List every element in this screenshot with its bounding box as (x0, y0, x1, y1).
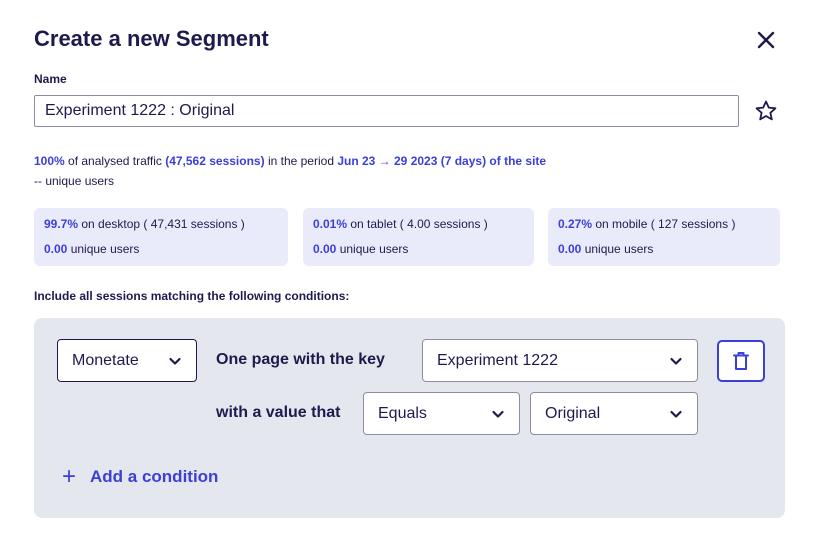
mobile-users-label: unique users (581, 242, 654, 256)
name-label: Name (34, 72, 67, 86)
desktop-percent: 99.7% (44, 217, 79, 231)
add-condition-button[interactable]: + Add a condition (62, 464, 218, 490)
traffic-sessions: (47,562 sessions) (165, 154, 265, 168)
key-select[interactable]: Experiment 1222 (422, 339, 698, 382)
operator-select[interactable]: Equals (363, 392, 520, 435)
conditions-heading: Include all sessions matching the follow… (34, 289, 350, 303)
desktop-label: on desktop ( 47,431 sessions ) (78, 217, 245, 231)
traffic-summary: 100% of analysed traffic (47,562 session… (34, 151, 546, 191)
mobile-stat-card: 0.27% on mobile ( 127 sessions ) 0.00 un… (548, 208, 780, 266)
chevron-down-icon (669, 407, 683, 421)
close-button[interactable] (752, 26, 780, 54)
favorite-button[interactable] (752, 97, 780, 125)
chevron-down-icon (669, 354, 683, 368)
dialog-title: Create a new Segment (34, 26, 269, 51)
key-select-value: Experiment 1222 (437, 351, 558, 369)
operand-select-value: Original (545, 404, 601, 422)
desktop-users-label: unique users (67, 242, 140, 256)
value-label: with a value that (216, 404, 341, 421)
traffic-percent: 100% (34, 154, 65, 168)
mobile-label: on mobile ( 127 sessions ) (592, 217, 736, 231)
source-select[interactable]: Monetate (57, 339, 197, 382)
tablet-users-label: unique users (336, 242, 409, 256)
chevron-down-icon (491, 407, 505, 421)
source-select-value: Monetate (72, 351, 139, 369)
delete-condition-button[interactable] (717, 340, 765, 382)
star-icon (755, 100, 777, 121)
close-icon (757, 31, 775, 49)
add-condition-label: Add a condition (90, 467, 219, 486)
operator-select-value: Equals (378, 404, 427, 422)
tablet-label: on tablet ( 4.00 sessions ) (347, 217, 488, 231)
segment-name-input[interactable] (34, 95, 739, 127)
page-key-label: One page with the key (216, 351, 385, 368)
desktop-stat-card: 99.7% on desktop ( 47,431 sessions ) 0.0… (34, 208, 288, 266)
tablet-percent: 0.01% (313, 217, 348, 231)
chevron-down-icon (168, 354, 182, 368)
tablet-users-value: 0.00 (313, 242, 337, 256)
operand-select[interactable]: Original (530, 392, 698, 435)
trash-icon (733, 352, 749, 370)
traffic-unique-users: -- unique users (34, 174, 115, 188)
mobile-percent: 0.27% (558, 217, 593, 231)
traffic-text: of analysed traffic (64, 154, 166, 168)
desktop-users-value: 0.00 (44, 242, 68, 256)
traffic-period: Jun 23 → 29 2023 (7 days) of the site (337, 154, 547, 168)
mobile-users-value: 0.00 (558, 242, 582, 256)
traffic-period-label: in the period (264, 154, 338, 168)
tablet-stat-card: 0.01% on tablet ( 4.00 sessions ) 0.00 u… (303, 208, 534, 266)
plus-icon: + (62, 463, 77, 490)
